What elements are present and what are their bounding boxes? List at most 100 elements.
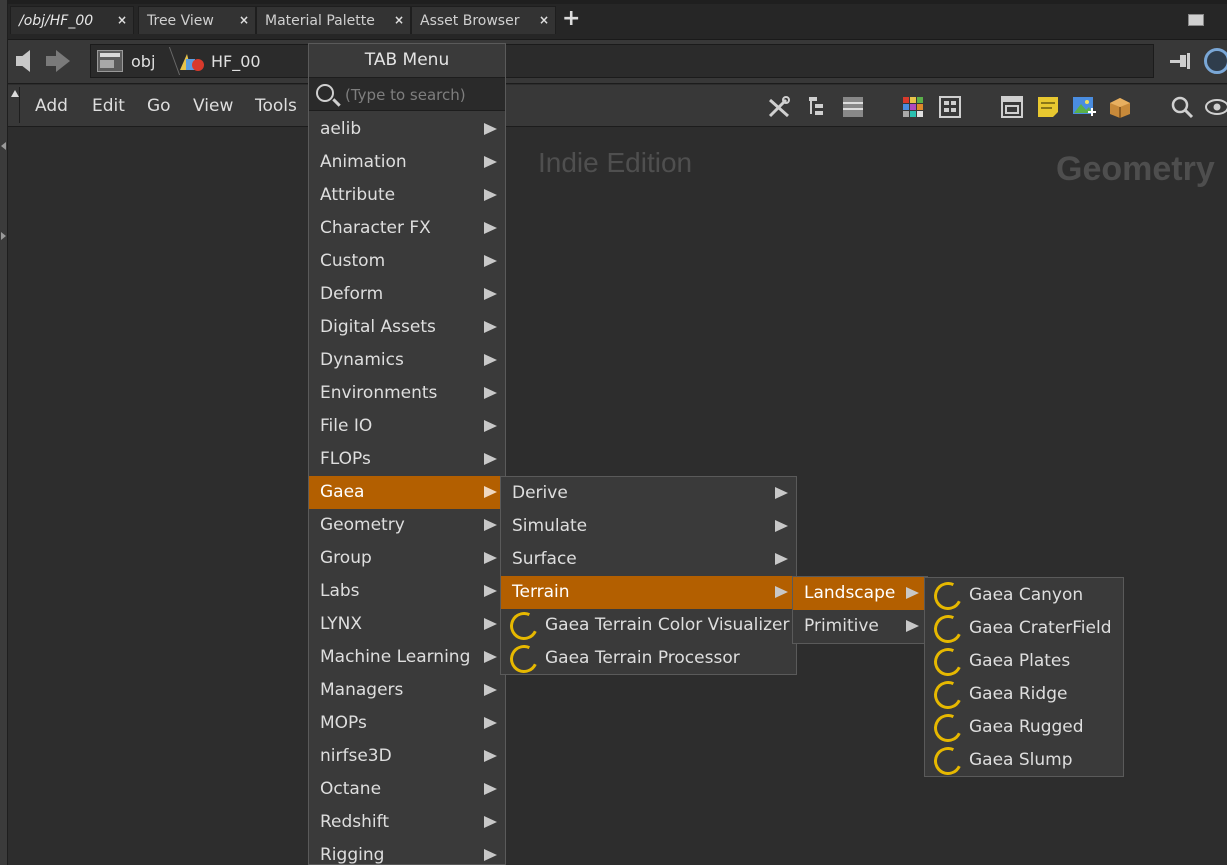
breadcrumb-hf00[interactable]: HF_00 <box>211 52 261 71</box>
node-gaea-terrain-color-visualizer[interactable]: Gaea Terrain Color Visualizer <box>501 608 796 644</box>
menu-item-mops[interactable]: MOPs <box>309 707 505 740</box>
submenu-item-simulate[interactable]: Simulate <box>501 510 796 543</box>
menu-item-geometry[interactable]: Geometry <box>309 509 505 542</box>
node-label: Gaea Ridge <box>969 684 1068 704</box>
menu-view[interactable]: View <box>193 96 233 116</box>
menu-item-animation[interactable]: Animation <box>309 146 505 179</box>
gaea-node-icon <box>506 608 542 644</box>
color-palette-icon[interactable] <box>900 94 926 120</box>
node-gaea-slump[interactable]: Gaea Slump <box>925 743 1123 779</box>
tab-label: Tree View <box>147 12 214 29</box>
menu-item-custom[interactable]: Custom <box>309 245 505 278</box>
shape-palette-icon[interactable] <box>937 94 963 120</box>
menu-item-aelib[interactable]: aelib <box>309 113 505 146</box>
menu-item-label: Character FX <box>320 218 431 238</box>
menu-item-redshift[interactable]: Redshift <box>309 806 505 839</box>
menu-edit[interactable]: Edit <box>92 96 125 116</box>
add-tab-icon[interactable]: + <box>562 6 580 32</box>
network-path-field[interactable]: obj HF_00 <box>90 44 1227 78</box>
menu-item-label: Dynamics <box>320 350 404 370</box>
menu-item-file-io[interactable]: File IO <box>309 410 505 443</box>
menu-tools[interactable]: Tools <box>255 96 297 116</box>
menu-item-lynx[interactable]: LYNX <box>309 608 505 641</box>
menu-go[interactable]: Go <box>147 96 171 116</box>
menu-item-nirfse3d[interactable]: nirfse3D <box>309 740 505 773</box>
node-gaea-terrain-processor[interactable]: Gaea Terrain Processor <box>501 641 796 677</box>
tab-material-palette[interactable]: Material Palette × <box>256 6 411 34</box>
collapse-right-icon[interactable] <box>1 232 6 240</box>
submenu-arrow-icon <box>484 816 497 828</box>
menu-item-deform[interactable]: Deform <box>309 278 505 311</box>
menu-item-group[interactable]: Group <box>309 542 505 575</box>
menu-item-character-fx[interactable]: Character FX <box>309 212 505 245</box>
node-gaea-craterfield[interactable]: Gaea CraterField <box>925 611 1123 647</box>
submenu-arrow-icon <box>484 684 497 696</box>
gaea-node-icon <box>930 743 966 779</box>
tab-asset-browser[interactable]: Asset Browser × <box>411 6 556 34</box>
menu-item-machine-learning[interactable]: Machine Learning <box>309 641 505 674</box>
menu-item-label: Labs <box>320 581 360 601</box>
submenu-item-label: Primitive <box>804 616 879 636</box>
submenu-arrow-icon <box>906 620 919 632</box>
submenu-arrow-icon <box>484 387 497 399</box>
menu-item-environments[interactable]: Environments <box>309 377 505 410</box>
menu-item-flops[interactable]: FLOPs <box>309 443 505 476</box>
tab-label: Material Palette <box>265 12 375 29</box>
node-gaea-plates[interactable]: Gaea Plates <box>925 644 1123 680</box>
network-box-icon[interactable] <box>999 94 1025 120</box>
menu-item-rigging[interactable]: Rigging <box>309 839 505 864</box>
tree-layout-icon[interactable] <box>804 94 830 120</box>
gaea-node-icon <box>930 611 966 647</box>
tab-menu: TAB Menu aelib Animation Attribute Chara… <box>308 43 506 865</box>
close-tab-icon[interactable]: × <box>394 13 404 27</box>
submenu-item-terrain[interactable]: Terrain <box>501 576 796 609</box>
node-gaea-canyon[interactable]: Gaea Canyon <box>925 578 1123 614</box>
submenu-item-surface[interactable]: Surface <box>501 543 796 576</box>
magnifier-icon[interactable] <box>1169 94 1195 120</box>
collapse-left-icon[interactable] <box>1 142 6 150</box>
menu-item-digital-assets[interactable]: Digital Assets <box>309 311 505 344</box>
maximize-pane-icon[interactable] <box>1188 14 1204 26</box>
submenu-item-label: Derive <box>512 483 568 503</box>
collapse-toolbar-icon[interactable] <box>10 87 20 123</box>
wrench-icon[interactable] <box>766 94 792 120</box>
eye-icon[interactable] <box>1204 94 1227 120</box>
menu-item-gaea[interactable]: Gaea <box>309 476 505 509</box>
submenu-item-primitive[interactable]: Primitive <box>793 610 927 643</box>
sticky-note-icon[interactable] <box>1035 94 1061 120</box>
menu-item-octane[interactable]: Octane <box>309 773 505 806</box>
tab-network-view[interactable]: /obj/HF_00 × <box>10 6 134 34</box>
back-arrow-icon[interactable] <box>16 50 30 72</box>
background-image-icon[interactable] <box>1071 94 1097 120</box>
network-view-icon[interactable] <box>1204 48 1227 74</box>
tab-tree-view[interactable]: Tree View × <box>138 6 256 34</box>
close-tab-icon[interactable]: × <box>539 13 549 27</box>
list-view-icon[interactable] <box>840 94 866 120</box>
menu-item-attribute[interactable]: Attribute <box>309 179 505 212</box>
submenu-item-label: Landscape <box>804 583 896 603</box>
left-collapse-strip[interactable] <box>0 0 8 865</box>
pin-icon[interactable] <box>1168 52 1192 70</box>
menu-add[interactable]: Add <box>35 96 68 116</box>
node-gaea-rugged[interactable]: Gaea Rugged <box>925 710 1123 746</box>
forward-arrow-icon[interactable] <box>46 50 70 72</box>
network-menubar: Add Edit Go View Tools <box>8 85 1227 127</box>
menu-item-managers[interactable]: Managers <box>309 674 505 707</box>
node-label: Gaea Canyon <box>969 585 1084 605</box>
search-input[interactable] <box>345 83 497 107</box>
close-tab-icon[interactable]: × <box>117 13 127 27</box>
close-tab-icon[interactable]: × <box>239 13 249 27</box>
asset-box-icon[interactable] <box>1107 94 1133 120</box>
tab-label: /obj/HF_00 <box>19 12 94 29</box>
breadcrumb-obj[interactable]: obj <box>131 52 155 71</box>
menu-item-label: Group <box>320 548 372 568</box>
node-label: Gaea Terrain Processor <box>545 648 740 668</box>
tab-label: Asset Browser <box>420 12 520 29</box>
submenu-arrow-icon <box>484 486 497 498</box>
menu-item-dynamics[interactable]: Dynamics <box>309 344 505 377</box>
node-label: Gaea Plates <box>969 651 1071 671</box>
submenu-item-derive[interactable]: Derive <box>501 477 796 510</box>
submenu-item-landscape[interactable]: Landscape <box>793 577 927 610</box>
menu-item-labs[interactable]: Labs <box>309 575 505 608</box>
node-gaea-ridge[interactable]: Gaea Ridge <box>925 677 1123 713</box>
